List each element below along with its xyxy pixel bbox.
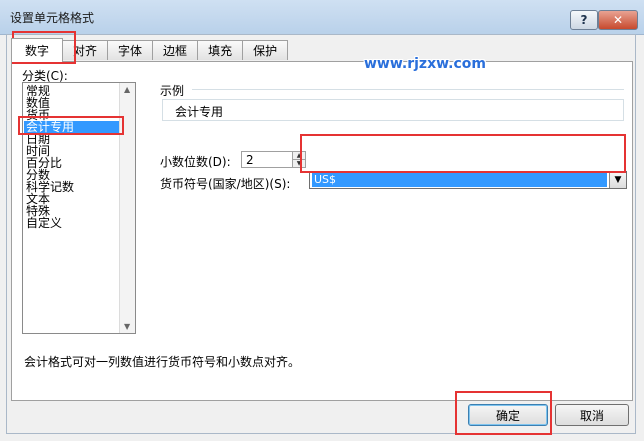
currency-symbol-label: 货币符号(国家/地区)(S): [160, 177, 291, 191]
tab-alignment[interactable]: 对齐 [62, 40, 109, 60]
window-title: 设置单元格格式 [10, 11, 95, 25]
tab-font[interactable]: 字体 [107, 40, 154, 60]
tab-strip: 数字 对齐 字体 边框 填充 保护 [11, 38, 289, 62]
help-button[interactable]: ? [570, 10, 598, 30]
number-tab-panel: www.rjzxw.com 分类(C): 常规 数值 货币 会计专用 日期 时间… [11, 56, 633, 401]
sample-divider [192, 89, 624, 90]
spin-up-icon[interactable]: ▲ [293, 152, 305, 159]
category-list[interactable]: 常规 数值 货币 会计专用 日期 时间 百分比 分数 科学记数 文本 特殊 自定… [22, 82, 136, 334]
sample-label: 示例 [160, 84, 185, 98]
currency-symbol-value: US$ [312, 173, 607, 187]
dialog-body: 数字 对齐 字体 边框 填充 保护 www.rjzxw.com 分类(C): 常… [6, 34, 636, 434]
category-item-custom[interactable]: 自定义 [26, 217, 62, 229]
currency-symbol-select[interactable]: US$ ▼ [309, 171, 627, 189]
spin-down-icon[interactable]: ▼ [293, 159, 305, 167]
close-button[interactable]: ✕ [598, 10, 638, 30]
scroll-up-icon[interactable]: ▲ [124, 85, 130, 94]
title-bar: 设置单元格格式 ? ✕ [0, 0, 644, 35]
tab-fill[interactable]: 填充 [197, 40, 244, 60]
ok-button[interactable]: 确定 [468, 404, 548, 426]
format-description: 会计格式可对一列数值进行货币符号和小数点对齐。 [24, 355, 301, 369]
tab-border[interactable]: 边框 [152, 40, 199, 60]
tab-protection[interactable]: 保护 [242, 40, 289, 60]
sample-preview: 会计专用 [162, 99, 624, 121]
dropdown-arrow-icon[interactable]: ▼ [609, 172, 626, 188]
scroll-down-icon[interactable]: ▼ [124, 322, 130, 331]
decimal-places-spinner[interactable]: ▲ ▼ [292, 151, 306, 168]
category-scrollbar[interactable]: ▲ ▼ [119, 83, 135, 333]
watermark-text: www.rjzxw.com [364, 56, 486, 72]
tab-number[interactable]: 数字 [11, 38, 64, 62]
decimal-places-input[interactable]: 2 [241, 151, 293, 168]
decimal-places-label: 小数位数(D): [160, 155, 231, 169]
cancel-button[interactable]: 取消 [555, 404, 629, 426]
